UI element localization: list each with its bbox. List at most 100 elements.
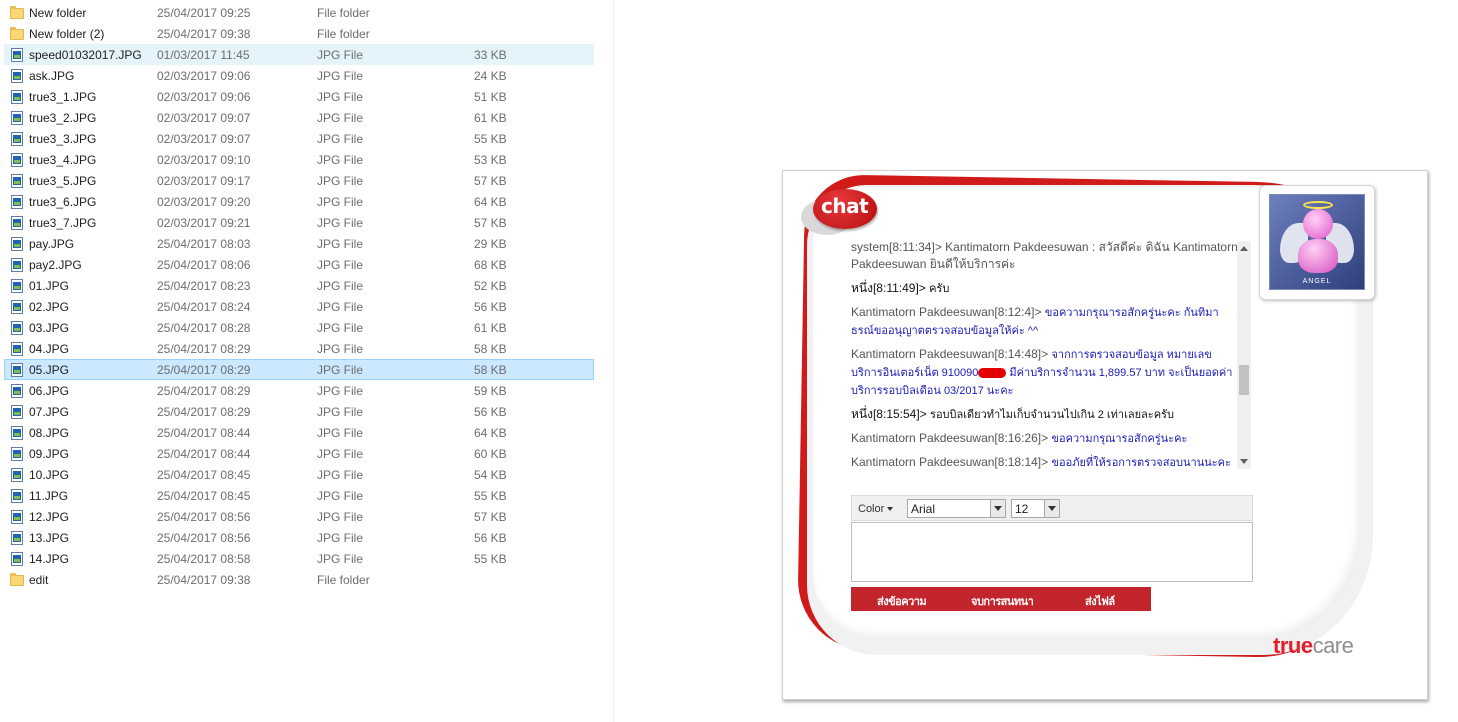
file-row[interactable]: 06.JPG 25/04/2017 08:29 JPG File 59 KB (4, 380, 594, 401)
file-type: JPG File (317, 216, 364, 230)
file-size: 53 KB (474, 153, 507, 167)
file-row[interactable]: edit 25/04/2017 09:38 File folder (4, 569, 594, 590)
file-row[interactable]: pay.JPG 25/04/2017 08:03 JPG File 29 KB (4, 233, 594, 254)
file-type: JPG File (317, 342, 364, 356)
file-row[interactable]: true3_4.JPG 02/03/2017 09:10 JPG File 53 KB (4, 149, 594, 170)
file-name: pay.JPG (29, 237, 75, 251)
file-row[interactable]: 02.JPG 25/04/2017 08:24 JPG File 56 KB (4, 296, 594, 317)
caret-down-icon (887, 507, 894, 512)
file-row[interactable]: true3_6.JPG 02/03/2017 09:20 JPG File 64 KB (4, 191, 594, 212)
file-name: 06.JPG (29, 384, 70, 398)
chat-window: chat ANGEL system[8:11:34]> Kantimatorn … (782, 170, 1428, 700)
file-row[interactable]: true3_1.JPG 02/03/2017 09:06 JPG File 51 KB (4, 86, 594, 107)
font-family-select[interactable]: Arial (907, 499, 1006, 518)
avatar-body (1298, 239, 1338, 273)
message-text: รอบบิลเดียวทำไมเก็บจำนวนไปเกิน 2 เท่าเลย… (930, 409, 1174, 421)
file-type: JPG File (317, 258, 364, 272)
file-row[interactable]: 04.JPG 25/04/2017 08:29 JPG File 58 KB (4, 338, 594, 359)
file-row[interactable]: true3_2.JPG 02/03/2017 09:07 JPG File 61 KB (4, 107, 594, 128)
file-size: 58 KB (474, 363, 507, 377)
file-date-modified: 25/04/2017 08:03 (157, 237, 251, 251)
file-row[interactable]: 12.JPG 25/04/2017 08:56 JPG File 57 KB (4, 506, 594, 527)
chat-message: Kantimatorn Pakdeesuwan[8:12:4]> ขอความก… (851, 304, 1239, 340)
file-name: true3_4.JPG (29, 153, 97, 167)
file-size: 52 KB (474, 279, 507, 293)
scroll-up-icon[interactable] (1240, 246, 1248, 251)
jpg-icon (11, 363, 23, 377)
file-row[interactable]: 11.JPG 25/04/2017 08:45 JPG File 55 KB (4, 485, 594, 506)
brand-true-text: true (1273, 633, 1313, 658)
file-type: JPG File (317, 174, 364, 188)
font-size-select[interactable]: 12 (1011, 499, 1060, 518)
file-type: File folder (317, 27, 370, 41)
color-picker-button[interactable]: Color (858, 503, 894, 515)
file-row[interactable]: ask.JPG 02/03/2017 09:06 JPG File 24 KB (4, 65, 594, 86)
transcript-scrollbar[interactable] (1237, 241, 1251, 469)
jpg-icon (11, 405, 23, 419)
chevron-down-icon[interactable] (1044, 500, 1059, 517)
scroll-thumb[interactable] (1239, 365, 1249, 395)
file-row[interactable]: 01.JPG 25/04/2017 08:23 JPG File 52 KB (4, 275, 594, 296)
file-name: edit (29, 573, 49, 587)
agent-avatar-frame: ANGEL (1259, 185, 1375, 300)
send-file-button[interactable]: ส่งไฟล์ (1085, 592, 1115, 610)
file-name: true3_3.JPG (29, 132, 97, 146)
file-row[interactable]: 14.JPG 25/04/2017 08:58 JPG File 55 KB (4, 548, 594, 569)
file-type: File folder (317, 6, 370, 20)
file-row[interactable]: speed01032017.JPG 01/03/2017 11:45 JPG Fil… (4, 44, 594, 65)
file-size: 55 KB (474, 552, 507, 566)
message-text: ขอความกรุณารอสักครู่นะคะ (1051, 433, 1188, 445)
redaction-mark (978, 367, 1007, 378)
file-type: JPG File (317, 48, 364, 62)
folder-icon (10, 573, 24, 586)
file-name: 09.JPG (29, 447, 70, 461)
jpg-icon (11, 153, 23, 167)
file-type: JPG File (317, 447, 364, 461)
file-date-modified: 02/03/2017 09:06 (157, 69, 251, 83)
file-type: JPG File (317, 426, 364, 440)
end-chat-button[interactable]: จบการสนทนา (971, 592, 1034, 610)
file-size: 33 KB (474, 48, 507, 62)
file-type: JPG File (317, 195, 364, 209)
chat-transcript[interactable]: system[8:11:34]> Kantimatorn Pakdeesuwan… (851, 239, 1239, 469)
scroll-down-icon[interactable] (1240, 459, 1248, 464)
file-row[interactable]: 07.JPG 25/04/2017 08:29 JPG File 56 KB (4, 401, 594, 422)
file-size: 57 KB (474, 510, 507, 524)
file-row[interactable]: New folder 25/04/2017 09:25 File folder (4, 2, 594, 23)
chat-message: Kantimatorn Pakdeesuwan[8:18:14]> ขออภัย… (851, 454, 1239, 469)
file-type: JPG File (317, 300, 364, 314)
file-row[interactable]: 13.JPG 25/04/2017 08:56 JPG File 56 KB (4, 527, 594, 548)
file-row[interactable]: 05.JPG 25/04/2017 08:29 JPG File 58 KB (4, 359, 594, 380)
file-row[interactable]: 08.JPG 25/04/2017 08:44 JPG File 64 KB (4, 422, 594, 443)
jpg-icon (11, 552, 23, 566)
jpg-icon (11, 300, 23, 314)
file-row[interactable]: true3_7.JPG 02/03/2017 09:21 JPG File 57 KB (4, 212, 594, 233)
jpg-icon (11, 258, 23, 272)
jpg-icon (11, 69, 23, 83)
chevron-down-icon[interactable] (990, 500, 1005, 517)
message-input[interactable] (851, 522, 1253, 582)
file-date-modified: 25/04/2017 08:56 (157, 510, 251, 524)
file-name: 04.JPG (29, 342, 70, 356)
file-row[interactable]: 10.JPG 25/04/2017 08:45 JPG File 54 KB (4, 464, 594, 485)
folder-icon (10, 27, 24, 40)
file-type: JPG File (317, 69, 364, 83)
file-size: 56 KB (474, 531, 507, 545)
message-sender: system[8:11:34]> Kantimatorn Pakdeesuwan… (851, 240, 1238, 271)
file-row[interactable]: 03.JPG 25/04/2017 08:28 JPG File 61 KB (4, 317, 594, 338)
file-row[interactable]: New folder (2) 25/04/2017 09:38 File folde… (4, 23, 594, 44)
file-date-modified: 25/04/2017 08:29 (157, 405, 251, 419)
file-row[interactable]: 09.JPG 25/04/2017 08:44 JPG File 60 KB (4, 443, 594, 464)
jpg-icon (11, 489, 23, 503)
file-row[interactable]: true3_5.JPG 02/03/2017 09:17 JPG File 57 KB (4, 170, 594, 191)
avatar-label: ANGEL (1302, 278, 1332, 285)
chat-message: หนึ่ง[8:15:54]> รอบบิลเดียวทำไมเก็บจำนวน… (851, 406, 1239, 424)
file-row[interactable]: true3_3.JPG 02/03/2017 09:07 JPG File 55 KB (4, 128, 594, 149)
file-size: 54 KB (474, 468, 507, 482)
send-message-button[interactable]: ส่งข้อความ (877, 592, 927, 610)
file-type: JPG File (317, 489, 364, 503)
file-name: 08.JPG (29, 426, 70, 440)
halo-icon (1303, 201, 1333, 209)
file-row[interactable]: pay2.JPG 25/04/2017 08:06 JPG File 68 KB (4, 254, 594, 275)
file-date-modified: 02/03/2017 09:20 (157, 195, 251, 209)
